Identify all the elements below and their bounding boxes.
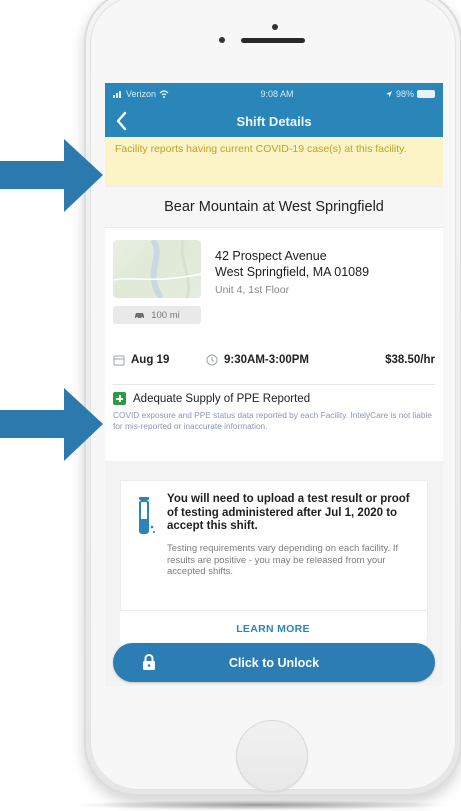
earpiece-speaker (241, 38, 305, 43)
status-time: 9:08 AM (260, 89, 294, 99)
location-arrow-icon (385, 91, 392, 98)
status-bar: Verizon 9:08 AM 98% (105, 83, 443, 105)
facility-header: Bear Mountain at West Springfield (105, 186, 443, 228)
arrow-right-icon (0, 388, 103, 461)
page-title: Shift Details (236, 113, 312, 129)
address-unit: Unit 4, 1st Floor (215, 284, 290, 296)
address-city: West Springfield, MA 01089 (215, 265, 370, 279)
facility-name: Bear Mountain at West Springfield (164, 199, 384, 215)
status-left: Verizon (113, 89, 169, 99)
covid-warning-text: Facility reports having current COVID-19… (115, 143, 407, 155)
clock-icon (206, 354, 218, 366)
battery-icon (416, 90, 435, 98)
proximity-sensor-icon (219, 37, 225, 43)
test-tube-icon (139, 497, 155, 534)
section-divider (113, 384, 435, 385)
shift-time-label: 9:30AM-3:00PM (224, 354, 309, 366)
shift-schedule-row: Aug 19 9:30AM-3:00PM $38.50/hr (105, 354, 443, 372)
shift-rate: $38.50/hr (385, 354, 435, 366)
calendar-icon (113, 355, 125, 366)
back-chevron-icon[interactable] (113, 110, 133, 132)
nav-bar: Shift Details (105, 105, 443, 137)
app-screen: Verizon 9:08 AM 98% Shift Details Facili… (105, 83, 443, 686)
covid-warning-banner: Facility reports having current COVID-19… (105, 137, 443, 186)
lock-icon (143, 654, 155, 670)
map-river-icon (113, 240, 201, 298)
distance-label: 100 mi (151, 309, 180, 321)
shift-date: Aug 19 (113, 354, 169, 366)
wifi-icon (159, 90, 169, 98)
map-thumbnail[interactable] (113, 240, 201, 298)
battery-percent: 98% (395, 89, 414, 99)
signal-icon (113, 91, 121, 98)
plus-icon (113, 392, 126, 405)
testing-requirement-title: You will need to upload a test result or… (167, 493, 410, 532)
phone-shadow (70, 800, 450, 810)
address-street: 42 Prospect Avenue (215, 249, 327, 263)
distance-pill: 100 mi (113, 306, 201, 324)
unlock-button[interactable]: Click to Unlock (113, 643, 435, 682)
location-section: 100 mi 42 Prospect Avenue West Springfie… (105, 228, 443, 324)
shift-rate-label: $38.50/hr (385, 354, 435, 366)
learn-more-link[interactable]: LEARN MORE (120, 623, 426, 635)
car-icon (135, 313, 145, 319)
testing-requirement-body: Testing requirements vary depending on e… (167, 543, 399, 577)
shift-time: 9:30AM-3:00PM (206, 354, 309, 366)
status-right: 98% (385, 89, 435, 99)
ppe-disclaimer: COVID exposure and PPE status data repor… (113, 410, 432, 431)
ppe-label: Adequate Supply of PPE Reported (133, 392, 311, 405)
unlock-label: Click to Unlock (228, 655, 320, 670)
arrow-right-icon (0, 139, 103, 212)
home-button[interactable] (236, 720, 308, 792)
shift-date-label: Aug 19 (131, 354, 170, 366)
ppe-status: Adequate Supply of PPE Reported (113, 392, 310, 405)
carrier-label: Verizon (126, 89, 157, 99)
front-camera-icon (272, 24, 278, 30)
